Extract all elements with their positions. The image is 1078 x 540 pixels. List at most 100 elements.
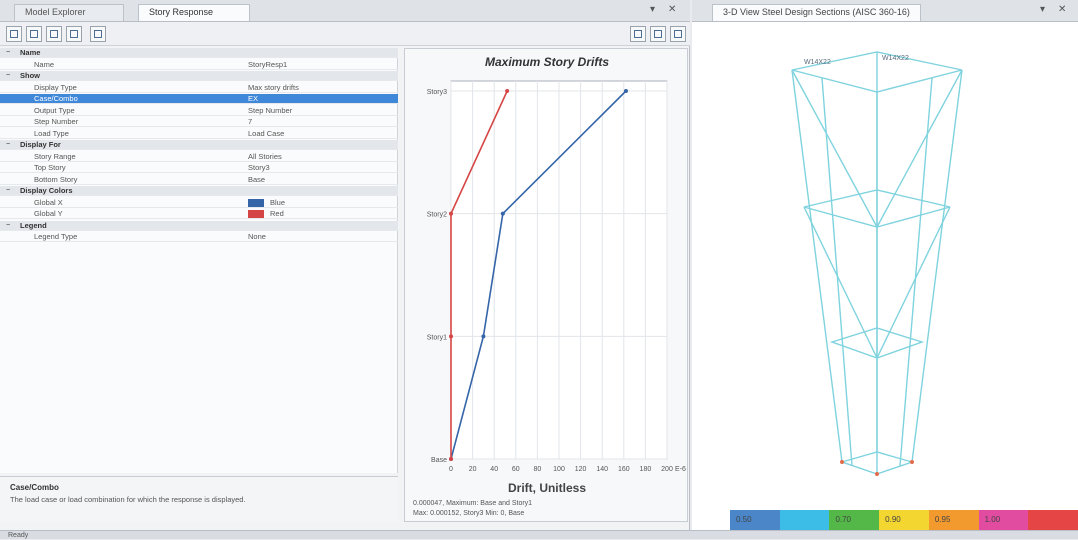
tab-model-explorer[interactable]: Model Explorer <box>14 4 124 21</box>
property-row[interactable]: Load Type Load Case <box>0 129 398 139</box>
x-tick-label: 120 <box>575 466 587 473</box>
property-key: Global Y <box>34 209 63 218</box>
property-key: Step Number <box>34 117 79 126</box>
view-3d-pane: 3-D View Steel Design Sections (AISC 360… <box>692 0 1078 530</box>
pan-icon[interactable] <box>670 26 686 42</box>
structure-3d-view[interactable]: W14X22 W14X22 <box>692 22 1078 510</box>
property-category[interactable]: − Legend <box>0 220 398 231</box>
x-tick-label: 140 <box>596 466 608 473</box>
chart-panel: 0 20 40 60 80 100 120 140 160 180 200 E-6 Base Story1… <box>404 48 688 522</box>
export-icon[interactable] <box>26 26 42 42</box>
property-key: Legend Type <box>34 232 78 241</box>
pencil-icon[interactable] <box>630 26 646 42</box>
color-swatch[interactable] <box>248 210 264 218</box>
property-value[interactable]: None <box>248 232 266 242</box>
property-value[interactable]: Max story drifts <box>248 83 299 93</box>
property-row[interactable]: Name StoryResp1 <box>0 60 398 70</box>
collapse-icon[interactable]: − <box>6 140 10 150</box>
new-icon[interactable] <box>6 26 22 42</box>
property-key: Display Colors <box>20 186 73 195</box>
legend-segment: 1.00 <box>978 510 1029 530</box>
collapse-icon[interactable]: − <box>6 48 10 58</box>
property-row[interactable]: Display Type Max story drifts <box>0 83 398 93</box>
tab-story-response[interactable]: Story Response <box>138 4 250 21</box>
x-tick-label: 60 <box>512 466 520 473</box>
property-value[interactable]: StoryResp1 <box>248 60 287 70</box>
table-icon[interactable] <box>46 26 62 42</box>
grid-icon[interactable] <box>90 26 106 42</box>
property-row[interactable]: Bottom Story Base <box>0 175 398 185</box>
property-key: Case/Combo <box>34 94 78 103</box>
collapse-icon[interactable]: − <box>6 186 10 196</box>
chart-status-line-1: 0.000047, Maximum: Base and Story1 <box>413 500 533 507</box>
property-key: Load Type <box>34 128 69 138</box>
property-key: Display For <box>20 140 61 149</box>
copy-icon[interactable] <box>66 26 82 42</box>
data-point <box>481 334 486 339</box>
chart-status-line-2: Max: 0.000152, Story3 Min: 0, Base <box>413 510 525 517</box>
data-point <box>449 211 453 216</box>
property-value[interactable]: EX <box>248 94 258 104</box>
property-key: Output Type <box>34 105 75 115</box>
property-row[interactable]: Global X Blue <box>0 198 398 208</box>
data-point <box>500 211 505 216</box>
property-value[interactable]: Step Number <box>248 106 292 116</box>
x-tick-label: 160 <box>618 466 630 473</box>
property-category[interactable]: − Display For <box>0 140 398 150</box>
legend-segment <box>779 510 830 530</box>
description-title: Case/Combo <box>10 483 59 492</box>
pin-icon[interactable]: ▾ <box>650 4 655 15</box>
data-point <box>449 334 453 339</box>
property-key: Name <box>34 59 55 69</box>
property-category[interactable]: − Name <box>0 48 398 58</box>
legend-segment: 0.90 <box>879 510 929 530</box>
property-value[interactable]: Base <box>248 175 265 185</box>
legend-segment <box>1028 510 1078 530</box>
chart-xlabel: Drift, Unitless <box>507 481 586 495</box>
property-value[interactable]: Blue <box>270 198 285 208</box>
y-tick-label: Story2 <box>427 212 447 219</box>
property-row[interactable]: Legend Type None <box>0 232 398 242</box>
left-pane: Model Explorer Story Response ▾ ✕ − Name N… <box>0 0 690 530</box>
property-value[interactable]: Story3 <box>248 163 270 173</box>
property-grid: − Name Name StoryResp1 − Show Display Type Max … <box>0 48 398 473</box>
member-label: W14X22 <box>882 55 909 62</box>
property-row[interactable]: Case/Combo EX <box>0 94 398 104</box>
collapse-icon[interactable]: − <box>6 221 10 231</box>
view-3d-tab-bar: 3-D View Steel Design Sections (AISC 360… <box>692 0 1078 22</box>
x-tick-label: 0 <box>449 466 453 473</box>
property-row[interactable]: Top Story Story3 <box>0 163 398 173</box>
x-tick-label: 40 <box>490 466 498 473</box>
chart-svg: 0 20 40 60 80 100 120 140 160 180 200 E-6 Base Story1… <box>427 80 686 473</box>
property-key: Name <box>20 48 41 57</box>
x-tick-unit: E-6 <box>675 466 686 473</box>
close-icon[interactable]: ✕ <box>668 4 676 15</box>
y-tick-label: Story1 <box>427 334 447 341</box>
color-swatch[interactable] <box>248 198 264 207</box>
property-row[interactable]: Output Type Step Number <box>0 106 398 116</box>
description-box: Case/Combo The load case or load combina… <box>0 476 398 522</box>
property-row[interactable]: Step Number 7 <box>0 117 398 127</box>
property-value[interactable]: All Stories <box>248 152 282 162</box>
property-key: Top Story <box>34 163 66 172</box>
close-icon[interactable]: ✕ <box>1058 4 1066 15</box>
property-category[interactable]: − Show <box>0 71 398 81</box>
data-point <box>449 457 453 461</box>
property-value[interactable]: Load Case <box>248 129 284 139</box>
property-row[interactable]: Global Y Red <box>0 209 398 219</box>
y-tick-label: Story3 <box>427 89 447 96</box>
view-3d-title[interactable]: 3-D View Steel Design Sections (AISC 360… <box>712 4 921 21</box>
collapse-icon[interactable]: − <box>6 71 10 81</box>
property-value[interactable]: Red <box>270 209 284 219</box>
x-tick-label: 180 <box>640 466 652 473</box>
property-category[interactable]: − Display Colors <box>0 186 398 196</box>
property-row[interactable]: Story Range All Stories <box>0 152 398 162</box>
property-value[interactable]: 7 <box>248 117 252 127</box>
legend-bar: 0.50 0.70 0.90 0.95 1.00 <box>730 510 1078 530</box>
property-key: Show <box>20 71 40 80</box>
property-key: Bottom Story <box>34 174 78 184</box>
property-key: Display Type <box>34 82 77 92</box>
property-key: Story Range <box>34 151 76 161</box>
pin-icon[interactable]: ▾ <box>1040 4 1045 15</box>
zoom-icon[interactable] <box>650 26 666 42</box>
